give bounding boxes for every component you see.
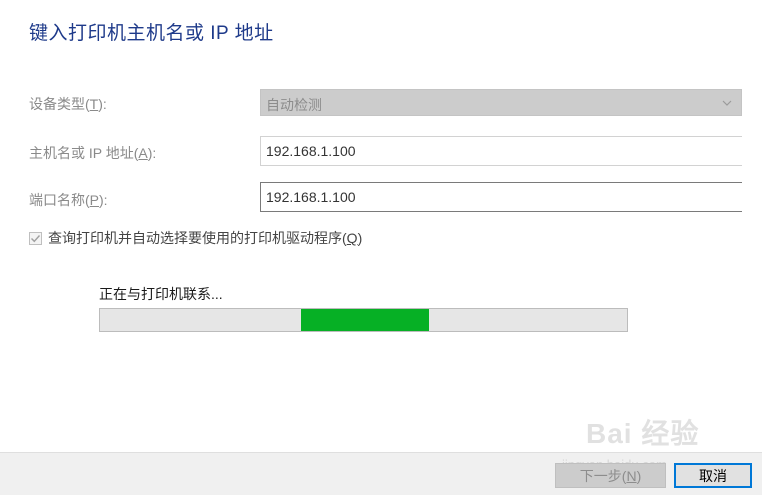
port-name-input[interactable]: 192.168.1.100 [260, 182, 742, 212]
next-button-suffix: ) [636, 467, 642, 484]
host-label: 主机名或 IP 地址(A): [29, 143, 156, 163]
progress-bar-fill [301, 309, 430, 331]
chevron-down-icon [721, 96, 733, 108]
host-accel: A [138, 145, 148, 161]
port-label-text: 端口名称( [29, 192, 90, 208]
host-label-suffix: ): [147, 145, 157, 161]
port-label: 端口名称(P): [29, 190, 108, 210]
query-driver-label-suffix: ) [357, 230, 363, 246]
query-driver-label: 查询打印机并自动选择要使用的打印机驱动程序(Q) [48, 228, 362, 248]
port-accel: P [89, 192, 100, 208]
status-text: 正在与打印机联系... [99, 286, 223, 302]
query-driver-accel: Q [346, 230, 358, 246]
device-type-label-suffix: ): [98, 96, 107, 112]
progress-bar [99, 308, 628, 332]
host-input[interactable]: 192.168.1.100 [260, 136, 742, 166]
port-label-suffix: ): [99, 192, 108, 208]
device-type-accel: T [89, 96, 99, 112]
check-icon [31, 234, 41, 242]
device-type-select[interactable]: 自动检测 [260, 89, 742, 116]
next-button-accel: N [626, 467, 637, 484]
query-driver-option[interactable]: 查询打印机并自动选择要使用的打印机驱动程序(Q) [29, 229, 362, 247]
query-driver-label-text: 查询打印机并自动选择要使用的打印机驱动程序( [48, 230, 347, 246]
next-button[interactable]: 下一步(N) [555, 463, 666, 488]
host-label-text: 主机名或 IP 地址( [29, 145, 139, 161]
next-button-label: 下一步( [579, 467, 627, 484]
device-type-label: 设备类型(T): [29, 94, 107, 114]
cancel-button[interactable]: 取消 [674, 463, 752, 488]
query-driver-checkbox[interactable] [29, 231, 42, 245]
add-printer-dialog: 键入打印机主机名或 IP 地址 设备类型(T): 自动检测 主机名或 IP 地址… [0, 0, 762, 495]
device-type-label-text: 设备类型( [29, 96, 90, 112]
page-title: 键入打印机主机名或 IP 地址 [29, 23, 274, 44]
watermark-logo: Bai 经验 [586, 418, 700, 449]
device-type-value: 自动检测 [266, 97, 322, 113]
